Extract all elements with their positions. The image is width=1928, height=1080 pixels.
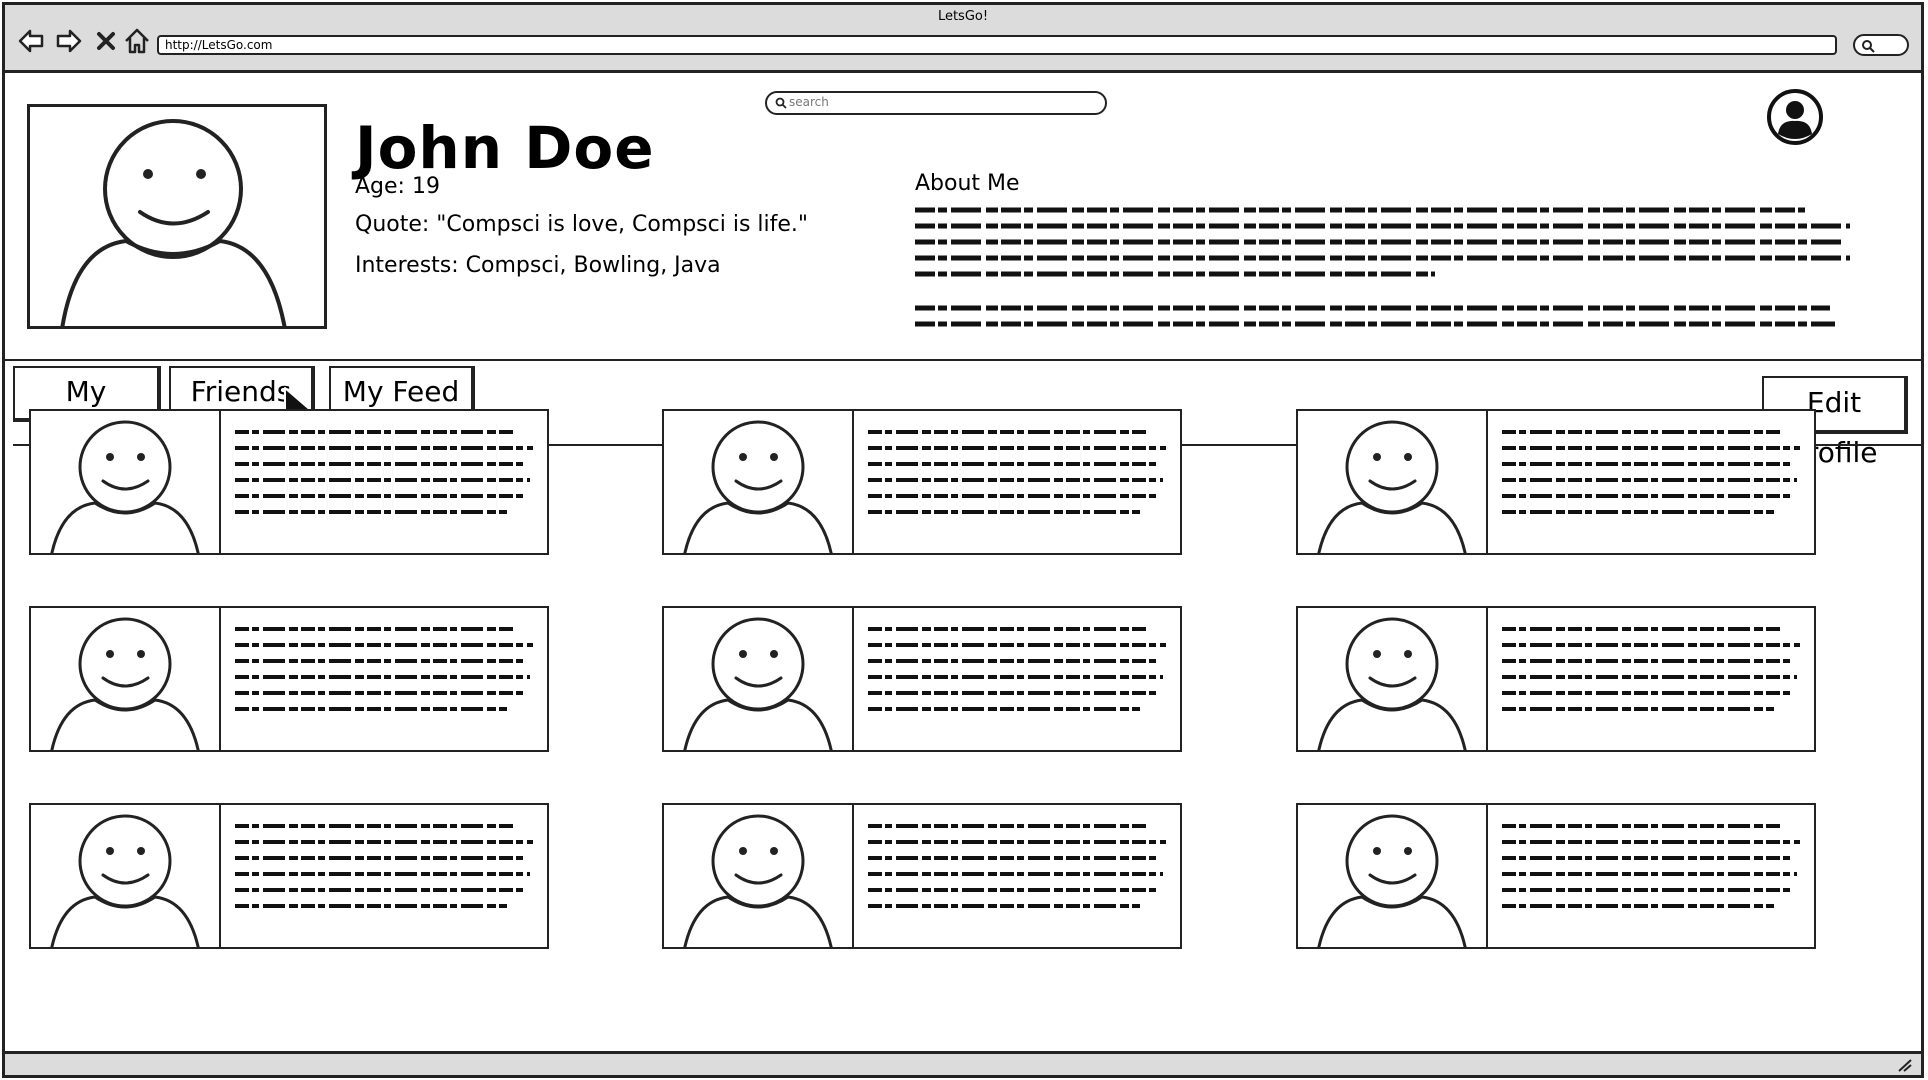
friend-text [235, 626, 535, 730]
friend-photo [664, 805, 854, 947]
friend-bio-text [235, 824, 533, 908]
friend-bio-text [868, 824, 1166, 908]
person-placeholder-icon [683, 617, 833, 750]
resize-grip-icon[interactable] [1897, 1058, 1913, 1072]
friend-card[interactable] [1296, 803, 1816, 949]
home-icon[interactable] [123, 27, 151, 55]
status-bar [5, 1051, 1921, 1075]
friend-card[interactable] [1296, 409, 1816, 555]
search-placeholder: search [789, 95, 829, 109]
person-placeholder-icon [60, 119, 287, 326]
search-input[interactable]: search [765, 91, 1107, 115]
friend-text [235, 429, 535, 533]
friend-photo [31, 411, 221, 553]
friend-card[interactable] [1296, 606, 1816, 752]
profile-interests: Interests: Compsci, Bowling, Java [355, 253, 721, 278]
person-placeholder-icon [1317, 814, 1467, 947]
friend-card[interactable] [662, 606, 1182, 752]
friend-bio-text [1502, 824, 1800, 908]
friend-bio-text [1502, 430, 1800, 514]
friend-card[interactable] [662, 409, 1182, 555]
friend-text [235, 823, 535, 927]
profile-name: John Doe [355, 114, 655, 182]
friend-photo [664, 608, 854, 750]
friend-bio-text [868, 627, 1166, 711]
profile-age: Age: 19 [355, 174, 440, 199]
arrow-right-icon[interactable] [55, 27, 83, 55]
search-icon [1862, 40, 1875, 53]
browser-window: LetsGo! http://LetsGo.com John Doe Age: … [2, 2, 1924, 1078]
friend-card[interactable] [29, 803, 549, 949]
friend-bio-text [1502, 627, 1800, 711]
friend-bio-text [235, 430, 533, 514]
friend-text [1502, 823, 1802, 927]
header-divider [5, 359, 1921, 361]
friend-text [868, 626, 1168, 730]
friend-photo [1298, 411, 1488, 553]
friend-bio-text [235, 627, 533, 711]
person-placeholder-icon [50, 420, 200, 553]
person-placeholder-icon [1317, 420, 1467, 553]
friend-card[interactable] [662, 803, 1182, 949]
friend-bio-text [868, 430, 1166, 514]
close-icon[interactable] [95, 27, 117, 55]
profile-quote: Quote: "Compsci is love, Compsci is life… [355, 212, 809, 237]
browser-search-field[interactable] [1853, 34, 1909, 56]
friend-card[interactable] [29, 606, 549, 752]
person-placeholder-icon [683, 420, 833, 553]
browser-chrome: LetsGo! http://LetsGo.com [5, 5, 1921, 73]
friend-photo [31, 805, 221, 947]
friend-card[interactable] [29, 409, 549, 555]
friend-photo [664, 411, 854, 553]
friend-photo [1298, 608, 1488, 750]
friend-photo [1298, 805, 1488, 947]
arrow-left-icon[interactable] [17, 27, 45, 55]
friend-text [868, 429, 1168, 533]
person-placeholder-icon [50, 617, 200, 750]
search-icon [775, 97, 787, 109]
person-placeholder-icon [683, 814, 833, 947]
address-bar[interactable]: http://LetsGo.com [157, 35, 1837, 55]
page-content: John Doe Age: 19 Quote: "Compsci is love… [5, 76, 1921, 1053]
window-title: LetsGo! [937, 9, 989, 24]
about-me-title: About Me [915, 171, 1020, 196]
friend-text [1502, 429, 1802, 533]
about-me-text [915, 207, 1850, 327]
user-avatar-icon[interactable] [1766, 88, 1824, 146]
person-placeholder-icon [50, 814, 200, 947]
person-placeholder-icon [1317, 617, 1467, 750]
friend-text [1502, 626, 1802, 730]
friend-photo [31, 608, 221, 750]
friend-text [868, 823, 1168, 927]
profile-picture [27, 104, 327, 329]
